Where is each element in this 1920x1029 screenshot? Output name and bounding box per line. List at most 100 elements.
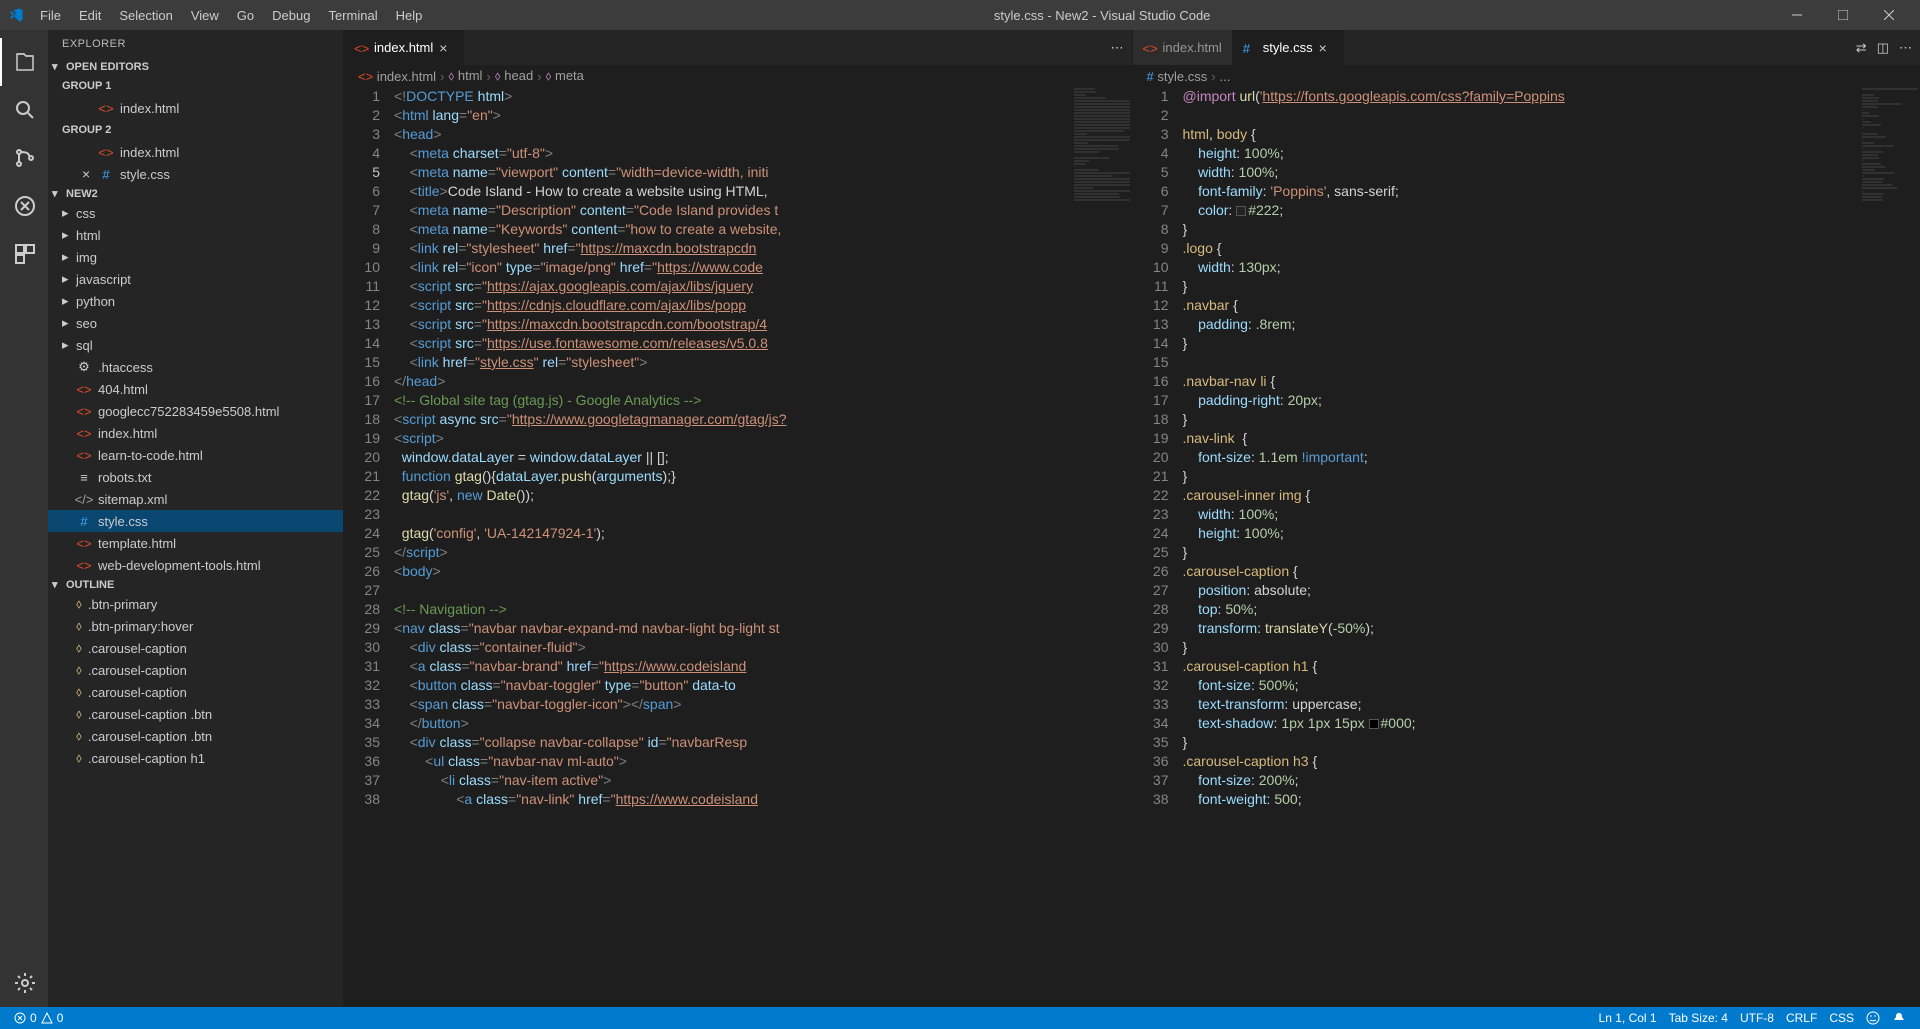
folder-item[interactable]: ▸seo [48,312,343,334]
open-editor-item[interactable]: <>index.html [48,141,343,163]
file-item[interactable]: <>googlecc752283459e5508.html [48,400,343,422]
file-item[interactable]: ≡robots.txt [48,466,343,488]
file-item[interactable]: ⚙.htaccess [48,356,343,378]
chevron-right-icon: ▸ [62,293,74,309]
editor-body-right[interactable]: 1234567891011121314151617181920212223242… [1133,87,1920,1007]
minimize-button[interactable] [1774,0,1820,30]
editor-actions-more-icon[interactable]: ⋯ [1899,40,1912,56]
source-control-icon[interactable] [0,134,48,182]
menu-edit[interactable]: Edit [71,4,109,27]
outline-item[interactable]: ⬨.carousel-caption h1 [48,747,343,769]
css-rule-icon: ⬨ [76,640,82,656]
search-icon[interactable] [0,86,48,134]
file-item[interactable]: <>web-development-tools.html [48,554,343,576]
open-editor-item[interactable]: <>index.html [48,97,343,119]
breadcrumb-left[interactable]: <> index.html›⬨ html›⬨ head›⬨ meta [344,65,1132,87]
split-editor-icon[interactable]: ◫ [1877,40,1889,56]
breadcrumb-item[interactable]: ⬨ html [448,68,482,84]
outline-item[interactable]: ⬨.btn-primary:hover [48,615,343,637]
folder-item[interactable]: ▸css [48,202,343,224]
tab[interactable]: #style.css× [1233,30,1344,65]
editor-area: <>index.html×⋯ <> index.html›⬨ html›⬨ he… [343,30,1920,1007]
folder-item[interactable]: ▸sql [48,334,343,356]
menu-file[interactable]: File [32,4,69,27]
menu-terminal[interactable]: Terminal [320,4,385,27]
breadcrumb-item[interactable]: ... [1220,69,1231,84]
folder-item[interactable]: ▸javascript [48,268,343,290]
menu-selection[interactable]: Selection [111,4,180,27]
status-bar: 0 0 Ln 1, Col 1 Tab Size: 4 UTF-8 CRLF C… [0,1007,1920,1029]
folder-item[interactable]: ▸html [48,224,343,246]
settings-gear-icon[interactable] [0,959,48,1007]
chevron-right-icon: ▸ [62,227,74,243]
debug-icon[interactable] [0,182,48,230]
close-icon[interactable]: × [439,40,453,56]
window-title: style.css - New2 - Visual Studio Code [430,8,1774,23]
activity-bar [0,30,48,1007]
editor-group-2[interactable]: GROUP 2 [48,119,343,141]
breadcrumb-right[interactable]: # style.css›... [1133,65,1920,87]
editor-group-1[interactable]: GROUP 1 [48,75,343,97]
file-item[interactable]: </>sitemap.xml [48,488,343,510]
css-rule-icon: ⬨ [76,662,82,678]
status-notifications-icon[interactable] [1886,1011,1912,1025]
outline-item[interactable]: ⬨.carousel-caption [48,637,343,659]
file-item[interactable]: <>index.html [48,422,343,444]
maximize-button[interactable] [1820,0,1866,30]
outline-item[interactable]: ⬨.carousel-caption [48,681,343,703]
css-rule-icon: ⬨ [76,706,82,722]
tab[interactable]: <>index.html [1133,30,1233,65]
outline-item[interactable]: ⬨.btn-primary [48,593,343,615]
file-item[interactable]: #style.css [48,510,343,532]
close-button[interactable] [1866,0,1912,30]
open-editor-item[interactable]: ×#style.css [48,163,343,185]
minimap-right[interactable] [1860,87,1920,1007]
status-eol[interactable]: CRLF [1780,1011,1823,1025]
breadcrumb-item[interactable]: # style.css [1147,69,1208,84]
chevron-right-icon: ▸ [62,271,74,287]
menu-view[interactable]: View [183,4,227,27]
status-lang[interactable]: CSS [1823,1011,1860,1025]
status-tabsize[interactable]: Tab Size: 4 [1663,1011,1734,1025]
menu-debug[interactable]: Debug [264,4,318,27]
explorer-icon[interactable] [0,38,48,86]
close-icon[interactable]: × [82,166,96,182]
css-rule-icon: ⬨ [76,618,82,634]
status-lncol[interactable]: Ln 1, Col 1 [1593,1011,1663,1025]
editor-body-left[interactable]: 1234567891011121314151617181920212223242… [344,87,1132,1007]
outline-header[interactable]: ▾OUTLINE [48,576,343,593]
folder-item[interactable]: ▸python [48,290,343,312]
error-icon [14,1012,26,1024]
minimap-left[interactable] [1072,87,1132,1007]
status-encoding[interactable]: UTF-8 [1734,1011,1780,1025]
chevron-right-icon: ▸ [62,337,74,353]
status-errors[interactable]: 0 0 [8,1011,69,1025]
css-rule-icon: ⬨ [76,728,82,744]
close-icon[interactable]: × [1319,40,1333,56]
menu-go[interactable]: Go [229,4,262,27]
outline-item[interactable]: ⬨.carousel-caption .btn [48,703,343,725]
file-item[interactable]: <>learn-to-code.html [48,444,343,466]
breadcrumb-item[interactable]: ⬨ meta [546,68,584,84]
compare-changes-icon[interactable]: ⇄ [1856,40,1867,56]
status-feedback-icon[interactable] [1860,1011,1886,1025]
tab[interactable]: <>index.html× [344,30,464,65]
outline-item[interactable]: ⬨.carousel-caption [48,659,343,681]
editor-group-left: <>index.html× ⋯ <> index.html›⬨ html›⬨ he… [343,30,1132,1007]
css-rule-icon: ⬨ [76,750,82,766]
breadcrumb-item[interactable]: <> index.html [358,69,436,84]
file-item[interactable]: <>404.html [48,378,343,400]
chevron-right-icon: ▸ [62,249,74,265]
breadcrumb-item[interactable]: ⬨ head [495,68,533,84]
file-item[interactable]: <>template.html [48,532,343,554]
menu-help[interactable]: Help [388,4,431,27]
outline-item[interactable]: ⬨.carousel-caption .btn [48,725,343,747]
workspace-header[interactable]: ▾NEW2 [48,185,343,202]
css-rule-icon: ⬨ [76,684,82,700]
tabs-left: <>index.html× ⋯ [344,30,1132,65]
open-editors-header[interactable]: ▾OPEN EDITORS [48,58,343,75]
folder-item[interactable]: ▸img [48,246,343,268]
extensions-icon[interactable] [0,230,48,278]
sidebar-title: EXPLORER [48,30,343,58]
editor-actions-more-icon[interactable]: ⋯ [1111,40,1124,56]
